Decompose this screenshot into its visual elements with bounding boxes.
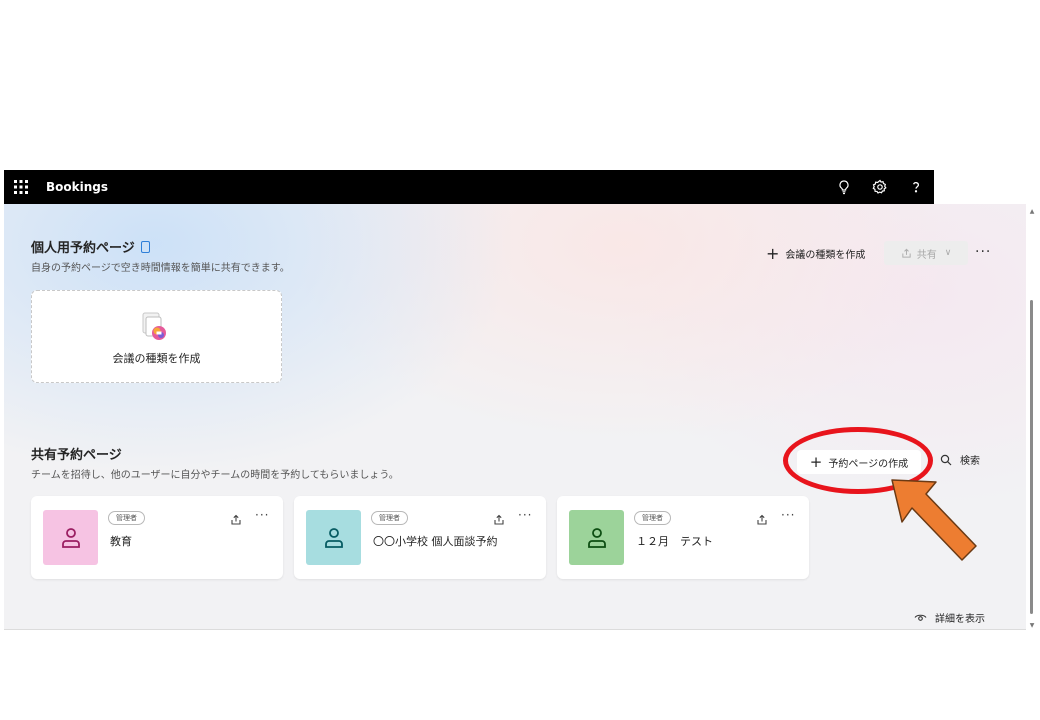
booking-page-card[interactable]: 管理者 １２月 テスト ··· bbox=[557, 496, 809, 579]
help-icon[interactable] bbox=[898, 170, 934, 204]
chevron-down-icon: ∨ bbox=[944, 248, 952, 258]
booking-page-name: 〇〇小学校 個人面談予約 bbox=[373, 535, 498, 548]
share-icon[interactable] bbox=[230, 511, 244, 525]
share-button[interactable]: 共有 ∨ bbox=[884, 241, 968, 265]
eye-icon bbox=[914, 614, 927, 621]
share-icon bbox=[902, 248, 911, 258]
personal-section-subtitle: 自身の予約ページで空き時間情報を簡単に共有できます。 bbox=[31, 263, 290, 274]
app-launcher-icon[interactable] bbox=[4, 170, 38, 204]
booking-page-card[interactable]: 管理者 教育 ··· bbox=[31, 496, 283, 579]
person-icon bbox=[587, 527, 606, 548]
scrollbar-thumb[interactable] bbox=[1030, 300, 1033, 614]
share-icon[interactable] bbox=[756, 511, 770, 525]
copy-icon[interactable] bbox=[140, 241, 150, 253]
bookings-window: Bookings 個人用予約ページ 自身の予約ページで空き時間情報を簡単に共有で… bbox=[4, 170, 1038, 630]
main-content: 個人用予約ページ 自身の予約ページで空き時間情報を簡単に共有できます。 + 会議… bbox=[4, 204, 1026, 630]
admin-badge: 管理者 bbox=[108, 511, 145, 525]
create-meeting-type-card[interactable]: 会議の種類を作成 bbox=[31, 290, 282, 383]
person-icon bbox=[61, 527, 80, 548]
booking-page-thumbnail bbox=[43, 510, 98, 565]
card-more-button[interactable]: ··· bbox=[518, 508, 532, 522]
booking-page-card[interactable]: 管理者 〇〇小学校 個人面談予約 ··· bbox=[294, 496, 546, 579]
create-meeting-type-button[interactable]: + 会議の種類を作成 bbox=[766, 243, 865, 263]
shared-section-title: 共有予約ページ bbox=[31, 448, 122, 463]
app-name[interactable]: Bookings bbox=[46, 180, 108, 194]
top-bar: Bookings bbox=[4, 170, 934, 204]
card-more-button[interactable]: ··· bbox=[255, 508, 269, 522]
meeting-type-illustration-icon bbox=[142, 312, 166, 340]
vertical-scrollbar[interactable]: ▲ ▼ bbox=[1026, 208, 1038, 630]
share-icon[interactable] bbox=[493, 511, 507, 525]
admin-badge: 管理者 bbox=[371, 511, 408, 525]
gear-icon[interactable] bbox=[862, 170, 898, 204]
search-icon bbox=[940, 454, 952, 465]
scroll-up-icon[interactable]: ▲ bbox=[1028, 208, 1036, 216]
search-button[interactable]: 検索 bbox=[940, 452, 980, 467]
show-details-link[interactable]: 詳細を表示 bbox=[914, 610, 985, 625]
personal-more-button[interactable]: ··· bbox=[975, 244, 991, 260]
shared-section-subtitle: チームを招待し、他のユーザーに自分やチームの時間を予約してもらいましょう。 bbox=[31, 470, 399, 481]
personal-section-title: 個人用予約ページ bbox=[31, 237, 150, 256]
plus-icon: + bbox=[766, 243, 780, 263]
booking-page-name: １２月 テスト bbox=[636, 535, 713, 548]
scroll-down-icon[interactable]: ▼ bbox=[1028, 622, 1036, 630]
create-meeting-type-label: 会議の種類を作成 bbox=[112, 352, 201, 365]
person-icon bbox=[324, 527, 343, 548]
lightbulb-icon[interactable] bbox=[826, 170, 862, 204]
plus-icon: + bbox=[809, 453, 823, 471]
booking-page-thumbnail bbox=[306, 510, 361, 565]
booking-page-thumbnail bbox=[569, 510, 624, 565]
booking-page-name: 教育 bbox=[110, 535, 132, 548]
create-booking-page-button[interactable]: + 予約ページの作成 bbox=[797, 450, 921, 474]
card-more-button[interactable]: ··· bbox=[781, 508, 795, 522]
admin-badge: 管理者 bbox=[634, 511, 671, 525]
